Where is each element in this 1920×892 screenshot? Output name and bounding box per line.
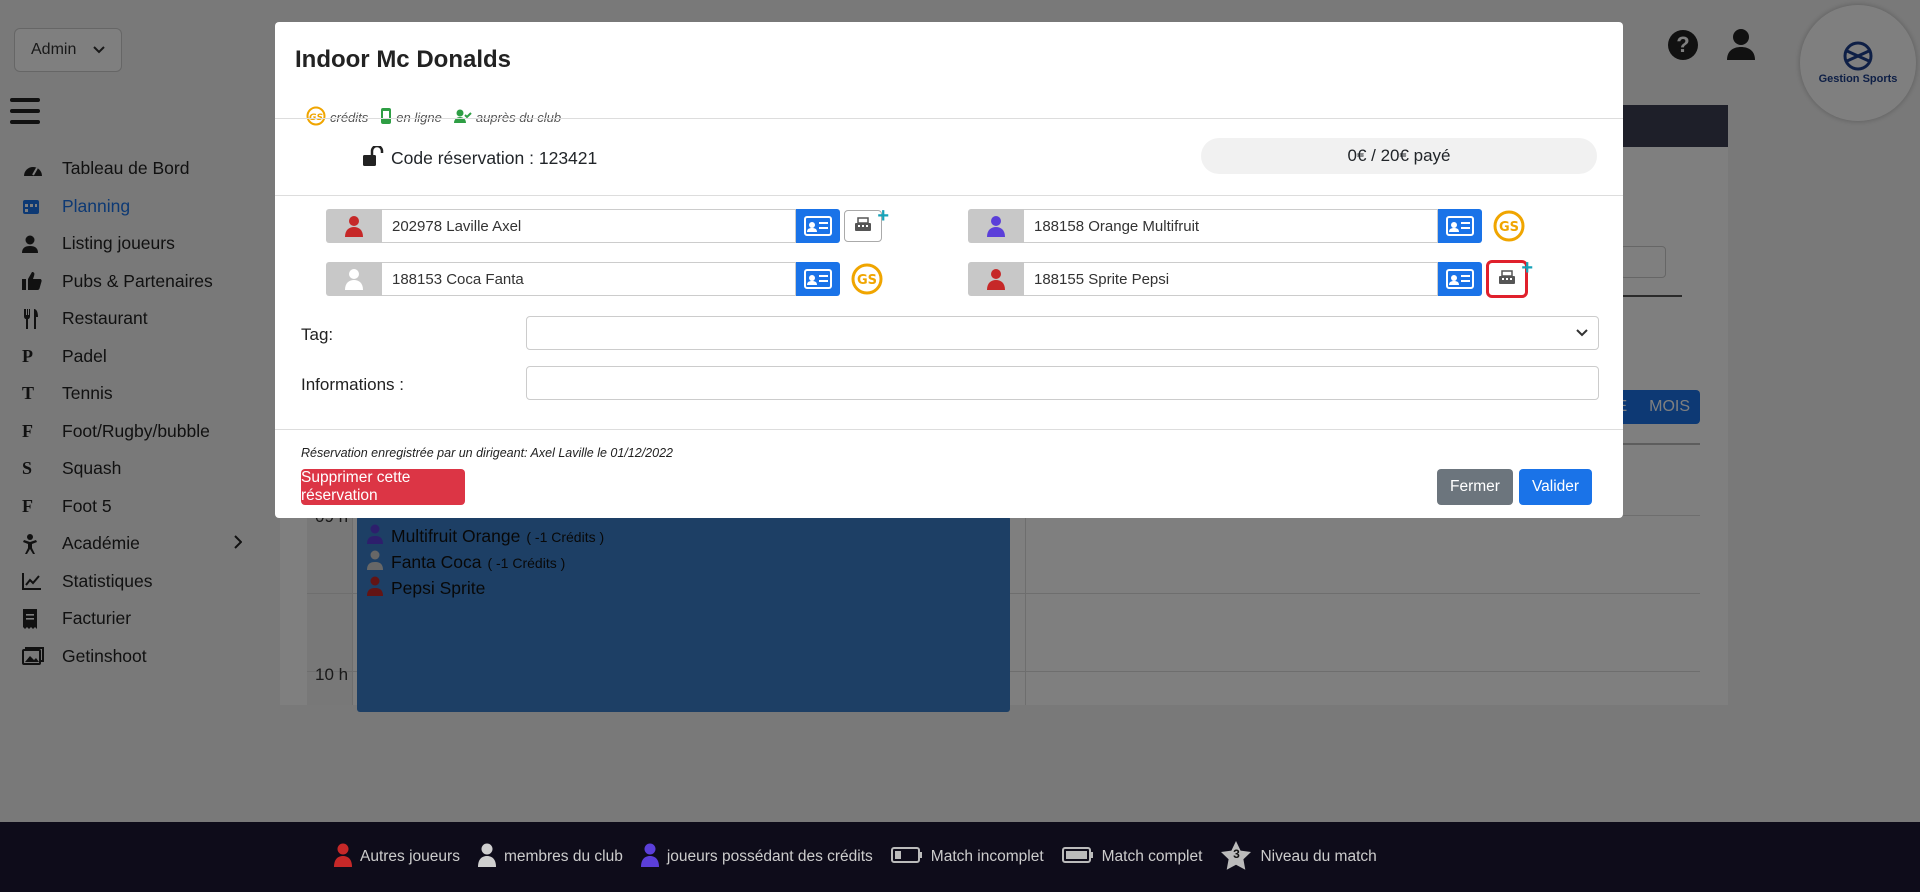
player-avatar-icon	[326, 209, 382, 243]
reservation-modal: Indoor Mc Donalds GS crédits en ligne au…	[275, 22, 1623, 518]
payment-status: 0€ / 20€ payé	[1201, 138, 1597, 174]
plus-icon: +	[877, 205, 889, 227]
footer-legend: Autres joueurs membres du club joueurs pos…	[0, 822, 1920, 892]
player-avatar-icon	[968, 209, 1024, 243]
player-slot-1: 202978 Laville Axel +	[326, 205, 889, 243]
match-level-badge: 3	[1233, 846, 1240, 861]
tag-select[interactable]	[526, 316, 1599, 350]
player-card-button[interactable]	[1438, 262, 1482, 296]
legend-label: Match incomplet	[930, 848, 1044, 865]
svg-text:GS: GS	[1499, 220, 1519, 235]
delete-reservation-button[interactable]: Supprimer cette réservation	[301, 469, 465, 505]
player-card-button[interactable]	[1438, 209, 1482, 243]
battery-half-icon	[890, 846, 923, 869]
legend-item: Match incomplet	[890, 846, 1044, 869]
validate-button[interactable]: Valider	[1519, 469, 1592, 505]
player-input[interactable]: 188155 Sprite Pepsi	[1024, 262, 1438, 296]
player-avatar-icon	[968, 262, 1024, 296]
divider	[275, 118, 1623, 119]
add-payment-button[interactable]: +	[1486, 257, 1533, 298]
close-button[interactable]: Fermer	[1437, 469, 1513, 505]
player-slot-4: 188155 Sprite Pepsi +	[968, 257, 1533, 298]
reservation-code-label: Code réservation : 123421	[391, 148, 598, 168]
player-slot-3: 188153 Coca Fanta GS	[326, 262, 890, 296]
legend-item: joueurs possédant des crédits	[640, 843, 873, 872]
tag-label: Tag:	[301, 325, 334, 344]
legend-label: Autres joueurs	[360, 848, 460, 865]
plus-icon: +	[1521, 257, 1533, 279]
player-slot-2: 188158 Orange Multifruit GS	[968, 209, 1532, 243]
unlock-icon	[363, 144, 385, 171]
legend-label: Niveau du match	[1260, 848, 1377, 865]
cash-register-icon	[854, 216, 872, 237]
credits-coin-icon[interactable]: GS	[1486, 209, 1532, 243]
player-card-button[interactable]	[796, 209, 840, 243]
informations-label: Informations :	[301, 375, 404, 394]
star-icon: 3	[1220, 840, 1252, 875]
legend-item: Match complet	[1061, 846, 1203, 869]
cash-register-icon	[1498, 269, 1516, 290]
purple-person-icon	[640, 843, 659, 872]
legend-label: joueurs possédant des crédits	[666, 848, 873, 865]
informations-input[interactable]	[526, 366, 1599, 400]
divider	[275, 195, 1623, 196]
reservation-record-text: Réservation enregistrée par un dirigeant…	[301, 446, 673, 460]
reservation-code: Code réservation : 123421	[363, 144, 598, 171]
add-payment-button[interactable]: +	[844, 205, 889, 242]
svg-text:GS: GS	[857, 273, 877, 288]
player-card-button[interactable]	[796, 262, 840, 296]
player-input[interactable]: 202978 Laville Axel	[382, 209, 796, 243]
legend-item: 3 Niveau du match	[1220, 840, 1377, 875]
player-input[interactable]: 188158 Orange Multifruit	[1024, 209, 1438, 243]
legend-item: Autres joueurs	[334, 843, 460, 872]
credits-coin-icon[interactable]: GS	[844, 262, 890, 296]
legend-label: membres du club	[503, 848, 623, 865]
chevron-down-icon	[1576, 324, 1588, 342]
player-input[interactable]: 188153 Coca Fanta	[382, 262, 796, 296]
player-avatar-icon	[326, 262, 382, 296]
legend-label: Match complet	[1101, 848, 1203, 865]
legend-item: membres du club	[477, 843, 623, 872]
battery-full-icon	[1061, 846, 1094, 869]
red-person-icon	[334, 843, 352, 872]
modal-title: Indoor Mc Donalds	[295, 46, 511, 73]
white-person-icon	[477, 843, 496, 872]
divider	[275, 429, 1623, 430]
